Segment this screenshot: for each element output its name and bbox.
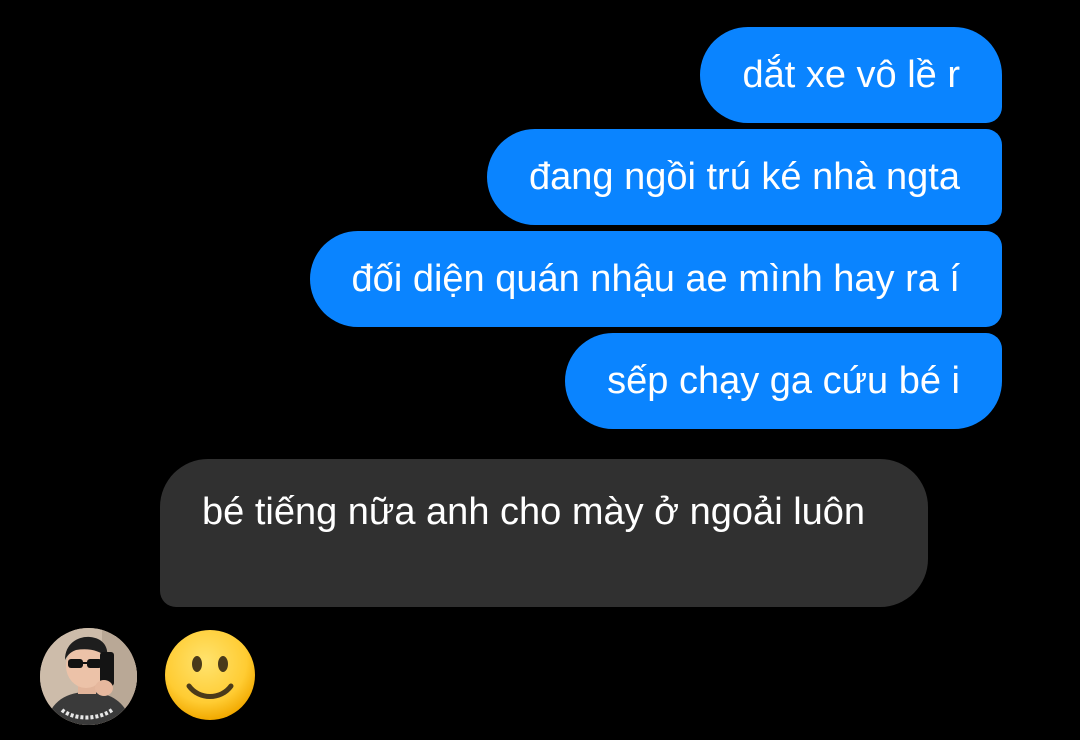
slightly-smiling-face-icon <box>165 630 255 720</box>
sent-message-bubble[interactable]: sếp chạy ga cứu bé i <box>565 333 1002 429</box>
avatar-image <box>40 628 137 725</box>
sent-message-bubble[interactable]: đối diện quán nhậu ae mình hay ra í <box>309 231 1002 327</box>
message-text: bé tiếng nữa anh cho mày ở ngoải luôn <box>202 491 866 533</box>
message-text: sếp chạy ga cứu bé i <box>607 360 960 402</box>
contact-avatar[interactable] <box>40 628 137 725</box>
sent-message-bubble[interactable]: đang ngồi trú ké nhà ngta <box>486 129 1002 225</box>
sent-message-bubble[interactable]: dắt xe vô lề r <box>700 27 1002 123</box>
message-text: đối diện quán nhậu ae mình hay ra í <box>351 258 960 300</box>
message-text: đang ngồi trú ké nhà ngta <box>528 156 960 198</box>
smiling-face-emoji[interactable] <box>163 628 257 722</box>
message-text: dắt xe vô lề r <box>742 54 960 96</box>
received-message-bubble[interactable]: bé tiếng nữa anh cho mày ở ngoải luôn <box>160 459 928 607</box>
